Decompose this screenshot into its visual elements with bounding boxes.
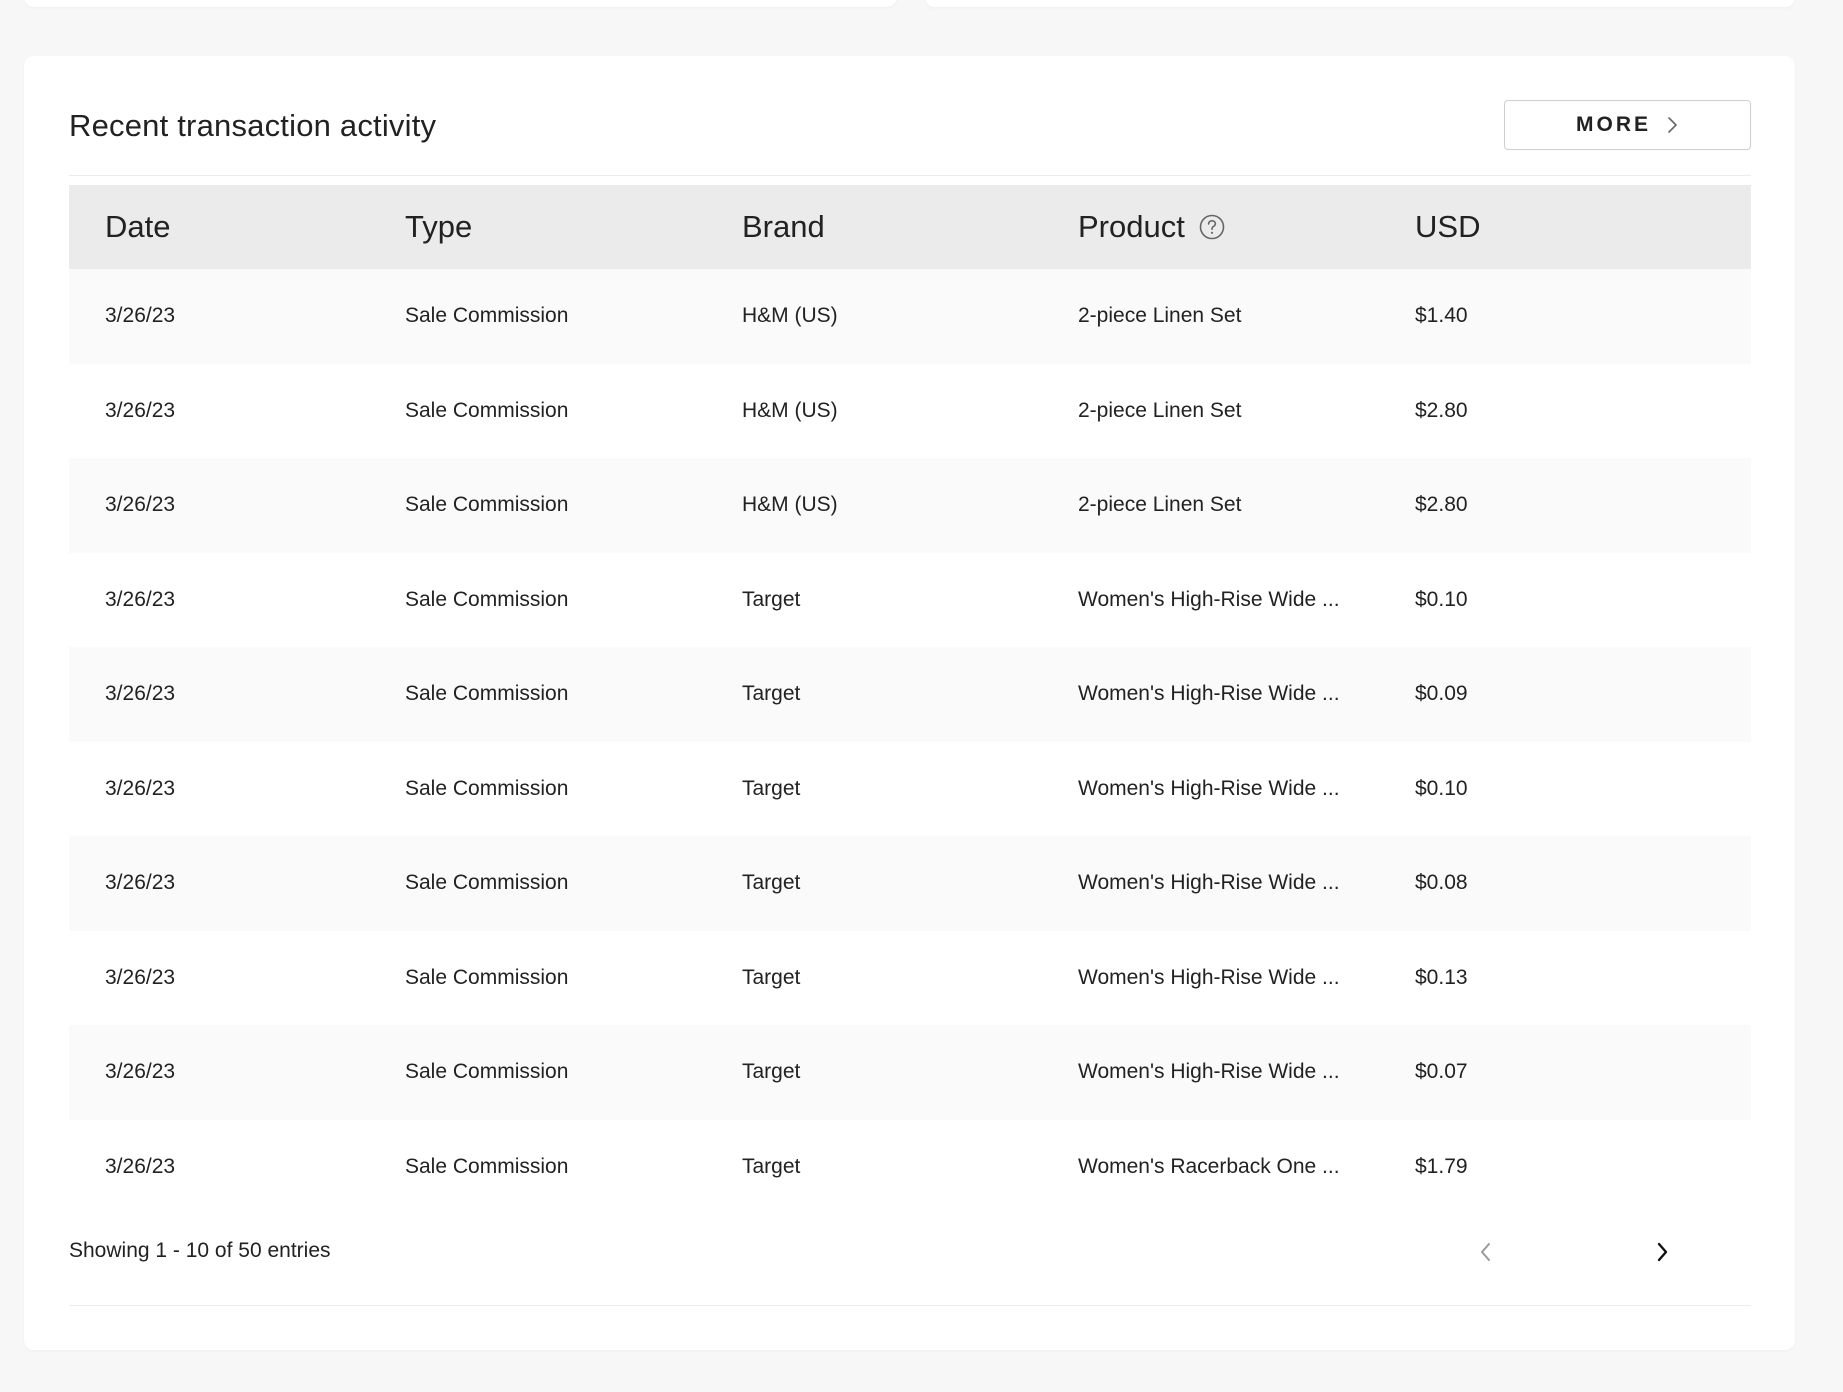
cell-brand: Target	[742, 965, 801, 989]
question-circle-icon[interactable]	[1199, 214, 1225, 240]
chevron-right-icon	[1657, 1242, 1668, 1262]
cell-date: 3/26/23	[105, 776, 176, 800]
card-header: Recent transaction activity MORE	[69, 100, 1751, 152]
table-row: 3/26/23 Sale Commission H&M (US) 2-piece…	[69, 363, 1751, 458]
column-header-type: Type	[405, 209, 473, 244]
cell-type: Sale Commission	[405, 776, 569, 800]
table-row: 3/26/23 Sale Commission Target Women's H…	[69, 552, 1751, 647]
chevron-right-icon	[1668, 117, 1677, 133]
table-body: 3/26/23 Sale Commission H&M (US) 2-piece…	[69, 269, 1751, 1214]
cell-usd: $1.79	[1415, 1154, 1468, 1178]
cell-type: Sale Commission	[405, 965, 569, 989]
previous-page-button[interactable]	[1469, 1235, 1503, 1269]
card-title: Recent transaction activity	[69, 108, 437, 143]
table-row: 3/26/23 Sale Commission Target Women's H…	[69, 1025, 1751, 1120]
cell-type: Sale Commission	[405, 682, 569, 706]
cell-usd: $0.09	[1415, 682, 1468, 706]
column-header-product: Product	[1078, 209, 1415, 245]
cell-product: Women's High-Rise Wide ...	[1078, 776, 1340, 800]
cell-date: 3/26/23	[105, 304, 176, 328]
table-row: 3/26/23 Sale Commission Target Women's R…	[69, 1119, 1751, 1214]
table-row: 3/26/23 Sale Commission Target Women's H…	[69, 836, 1751, 931]
table-header: Date Type Brand Product USD	[69, 185, 1751, 269]
more-button-label: MORE	[1576, 113, 1651, 136]
cell-product: Women's High-Rise Wide ...	[1078, 587, 1340, 611]
cell-brand: Target	[742, 587, 801, 611]
cell-product: 2-piece Linen Set	[1078, 398, 1242, 422]
transaction-card: Recent transaction activity MORE Date Ty…	[24, 56, 1795, 1350]
column-header-brand: Brand	[742, 209, 825, 244]
cell-usd: $0.10	[1415, 587, 1468, 611]
top-right-card	[925, 0, 1795, 7]
footer-divider	[69, 1305, 1751, 1306]
cell-date: 3/26/23	[105, 587, 176, 611]
cell-usd: $2.80	[1415, 493, 1468, 517]
cell-product: Women's Racerback One ...	[1078, 1154, 1340, 1178]
cell-product: Women's High-Rise Wide ...	[1078, 682, 1340, 706]
cell-brand: Target	[742, 1154, 801, 1178]
cell-brand: H&M (US)	[742, 398, 838, 422]
cell-date: 3/26/23	[105, 398, 176, 422]
cell-brand: H&M (US)	[742, 304, 838, 328]
header-divider	[69, 175, 1751, 176]
table-row: 3/26/23 Sale Commission H&M (US) 2-piece…	[69, 458, 1751, 553]
cell-product: Women's High-Rise Wide ...	[1078, 965, 1340, 989]
column-header-product-label: Product	[1078, 209, 1185, 244]
top-left-card	[24, 0, 897, 7]
cell-brand: H&M (US)	[742, 493, 838, 517]
cell-type: Sale Commission	[405, 587, 569, 611]
cell-usd: $1.40	[1415, 304, 1468, 328]
table-row: 3/26/23 Sale Commission Target Women's H…	[69, 930, 1751, 1025]
cell-date: 3/26/23	[105, 1060, 176, 1084]
cell-usd: $0.08	[1415, 871, 1468, 895]
cell-brand: Target	[742, 871, 801, 895]
more-button[interactable]: MORE	[1504, 100, 1751, 150]
chevron-left-icon	[1481, 1243, 1490, 1261]
table-row: 3/26/23 Sale Commission Target Women's H…	[69, 741, 1751, 836]
column-header-date: Date	[105, 209, 171, 244]
column-header-usd: USD	[1415, 209, 1481, 244]
cell-usd: $2.80	[1415, 398, 1468, 422]
cell-type: Sale Commission	[405, 1154, 569, 1178]
cell-product: Women's High-Rise Wide ...	[1078, 1060, 1340, 1084]
table-footer: Showing 1 - 10 of 50 entries	[69, 1227, 1751, 1277]
cell-usd: $0.10	[1415, 776, 1468, 800]
pagination-summary: Showing 1 - 10 of 50 entries	[69, 1239, 331, 1262]
cell-date: 3/26/23	[105, 1154, 176, 1178]
cell-usd: $0.07	[1415, 1060, 1468, 1084]
cell-brand: Target	[742, 682, 801, 706]
cell-type: Sale Commission	[405, 398, 569, 422]
cell-type: Sale Commission	[405, 493, 569, 517]
cell-type: Sale Commission	[405, 304, 569, 328]
table-row: 3/26/23 Sale Commission H&M (US) 2-piece…	[69, 269, 1751, 364]
cell-brand: Target	[742, 1060, 801, 1084]
cell-type: Sale Commission	[405, 871, 569, 895]
cell-brand: Target	[742, 776, 801, 800]
cell-usd: $0.13	[1415, 965, 1468, 989]
next-page-button[interactable]	[1645, 1235, 1679, 1269]
cell-date: 3/26/23	[105, 871, 176, 895]
cell-product: 2-piece Linen Set	[1078, 493, 1242, 517]
cell-date: 3/26/23	[105, 682, 176, 706]
transactions-table: Date Type Brand Product USD 3/26/23 Sale…	[69, 185, 1751, 1214]
cell-product: Women's High-Rise Wide ...	[1078, 871, 1340, 895]
cell-date: 3/26/23	[105, 493, 176, 517]
table-row: 3/26/23 Sale Commission Target Women's H…	[69, 647, 1751, 742]
cell-product: 2-piece Linen Set	[1078, 304, 1242, 328]
cell-date: 3/26/23	[105, 965, 176, 989]
cell-type: Sale Commission	[405, 1060, 569, 1084]
